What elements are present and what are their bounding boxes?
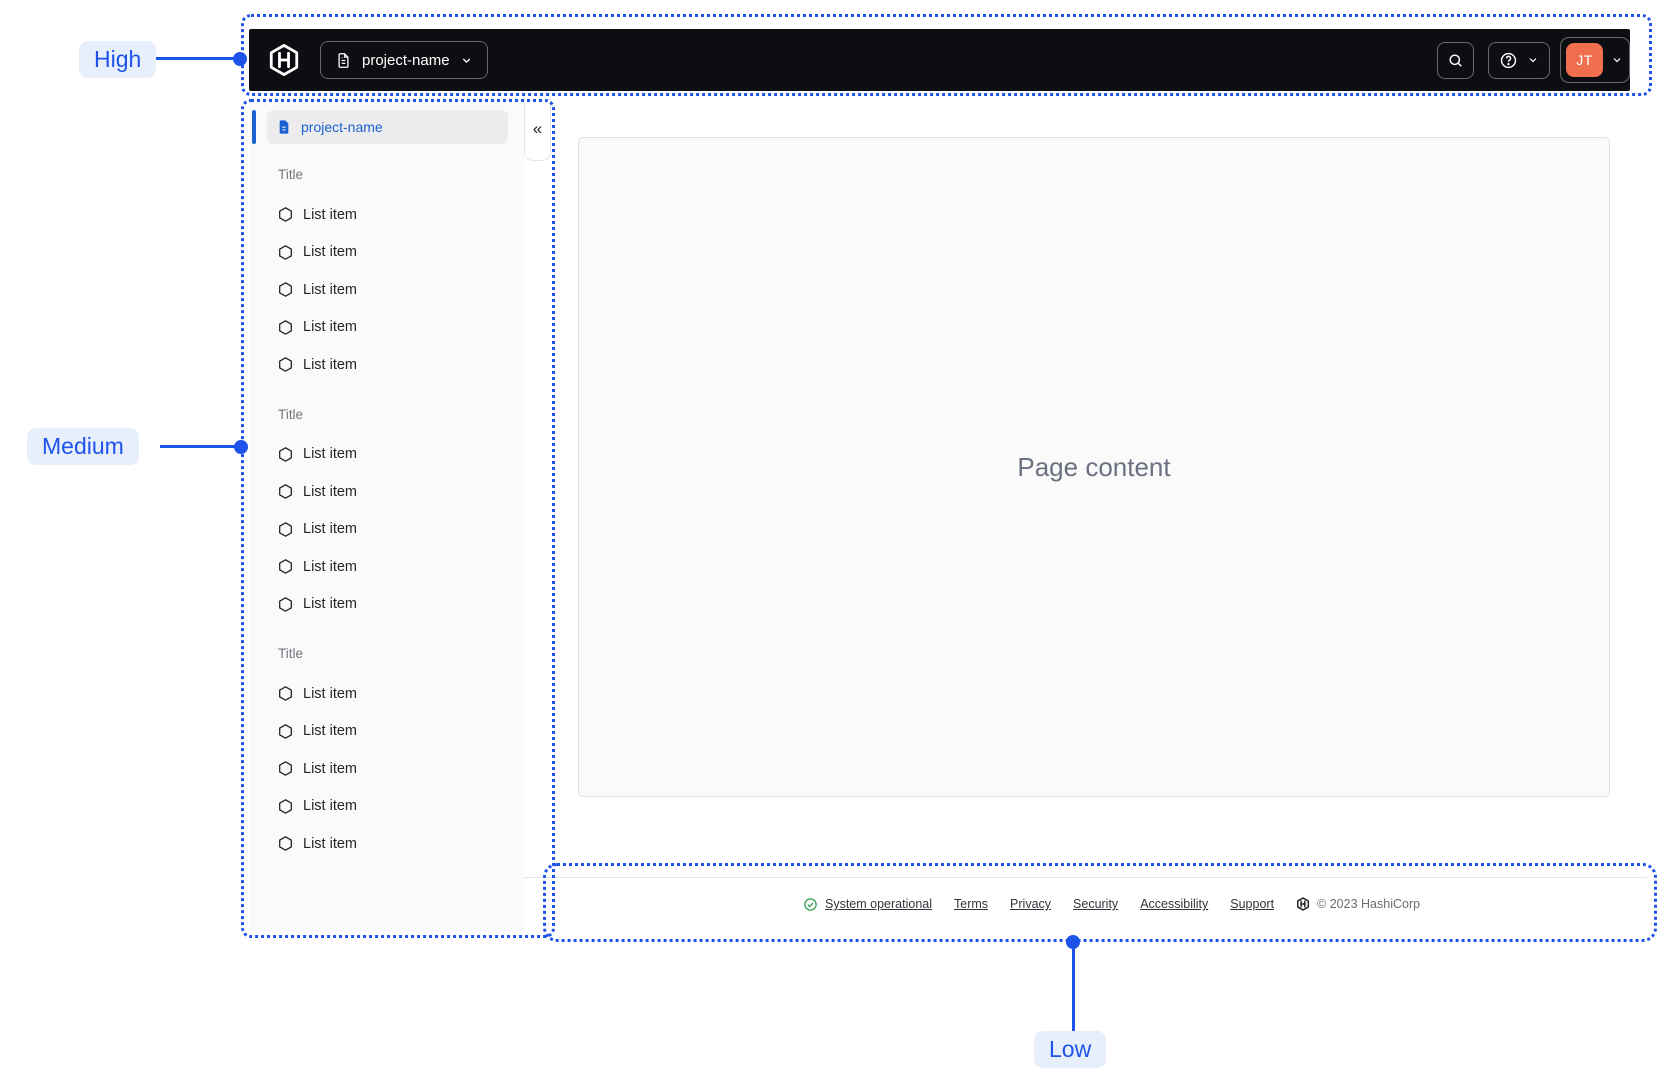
hexagon-icon: [277, 319, 294, 336]
sidebar-section-title: Title: [278, 406, 304, 422]
hashicorp-logo-icon: [1296, 897, 1310, 911]
annotation-connector-medium: [160, 445, 241, 448]
sidebar-item-label: List item: [303, 685, 357, 702]
sidebar-section: Title List item List item List item List ite…: [249, 646, 524, 863]
sidebar-list-item[interactable]: List item: [249, 309, 524, 347]
sidebar-section-title: Title: [278, 646, 304, 661]
footer-links: Terms Privacy Security Accessibility Support: [954, 897, 1274, 911]
sidebar: project-name Title List item List item List…: [249, 97, 524, 932]
sidebar-list-item[interactable]: List item: [249, 511, 524, 549]
annotation-dot-medium: [234, 440, 248, 454]
sidebar-project-item[interactable]: project-name: [267, 110, 508, 144]
sidebar-item-label: List item: [303, 356, 357, 373]
page: project-name JT project-name Title List …: [0, 0, 1672, 1078]
annotation-label-medium: Medium: [27, 428, 139, 465]
sidebar-list-item[interactable]: List item: [249, 234, 524, 272]
sidebar-list-item[interactable]: List item: [249, 750, 524, 788]
hexagon-icon: [277, 521, 294, 538]
hexagon-icon: [277, 760, 294, 777]
footer-link-support[interactable]: Support: [1230, 897, 1274, 911]
copyright-text: © 2023 HashiCorp: [1317, 897, 1421, 911]
active-item-indicator: [252, 110, 256, 144]
question-circle-icon: [1499, 51, 1518, 70]
page-content-placeholder: Page content: [1017, 451, 1171, 482]
hexagon-icon: [277, 596, 294, 613]
hexagon-icon: [277, 723, 294, 740]
footer-link-privacy[interactable]: Privacy: [1010, 897, 1051, 911]
chevron-down-icon: [460, 54, 473, 67]
sidebar-item-label: List item: [303, 319, 357, 336]
sidebar-list-item[interactable]: List item: [249, 586, 524, 624]
help-menu-button[interactable]: [1488, 41, 1550, 79]
sidebar-item-label: List item: [303, 483, 357, 500]
sidebar-item-label: List item: [303, 206, 357, 223]
sidebar-list-item[interactable]: List item: [249, 675, 524, 713]
hashicorp-logo-icon: [267, 43, 301, 77]
sidebar-list-item[interactable]: List item: [249, 436, 524, 474]
avatar: JT: [1566, 43, 1603, 77]
sidebar-item-label: List item: [303, 521, 357, 538]
sidebar-section: Title List item List item List item List ite…: [249, 167, 524, 384]
chevron-down-icon: [1527, 54, 1539, 66]
hexagon-icon: [277, 685, 294, 702]
sidebar-collapse-button[interactable]: «: [524, 97, 551, 161]
annotation-label-low: Low: [1034, 1031, 1107, 1068]
footer: System operational Terms Privacy Security A…: [803, 886, 1420, 922]
sidebar-section-title: Title: [278, 167, 304, 182]
hexagon-icon: [277, 483, 294, 500]
project-switcher-label: project-name: [362, 51, 450, 69]
sidebar-section: Title List item List item List item List ite…: [249, 407, 524, 624]
footer-link-terms[interactable]: Terms: [954, 897, 988, 911]
check-circle-icon: [803, 897, 818, 912]
sidebar-list-item[interactable]: List item: [249, 548, 524, 586]
page-content-area: Page content: [578, 137, 1610, 797]
sidebar-item-label: List item: [303, 446, 357, 463]
sidebar-item-label: List item: [303, 596, 357, 613]
sidebar-list-item[interactable]: List item: [249, 473, 524, 511]
sidebar-list-item[interactable]: List item: [249, 196, 524, 234]
hexagon-icon: [277, 446, 294, 463]
annotation-connector-high: [156, 57, 240, 60]
sidebar-item-label: List item: [303, 723, 357, 740]
top-navbar: project-name JT: [249, 29, 1630, 91]
sidebar-item-label: List item: [303, 281, 357, 298]
file-text-icon: [276, 119, 292, 135]
annotation-dot-high: [233, 52, 247, 66]
hexagon-icon: [277, 206, 294, 223]
footer-divider: [524, 877, 1647, 878]
sidebar-list-item[interactable]: List item: [249, 346, 524, 384]
magnifier-icon: [1447, 52, 1464, 69]
annotation-dot-low: [1066, 935, 1080, 949]
sidebar-item-label: List item: [303, 835, 357, 852]
hexagon-icon: [277, 281, 294, 298]
sidebar-project-label: project-name: [301, 119, 383, 135]
footer-link-security[interactable]: Security: [1073, 897, 1118, 911]
file-text-icon: [335, 52, 352, 69]
chevron-down-icon: [1611, 54, 1623, 66]
sidebar-list-item[interactable]: List item: [249, 271, 524, 309]
sidebar-sections: Title List item List item List item List ite…: [249, 97, 524, 863]
hexagon-icon: [277, 244, 294, 261]
sidebar-list-item[interactable]: List item: [249, 713, 524, 751]
sidebar-list-item[interactable]: List item: [249, 825, 524, 863]
project-switcher-button[interactable]: project-name: [320, 41, 488, 79]
sidebar-item-label: List item: [303, 798, 357, 815]
footer-brand: © 2023 HashiCorp: [1296, 897, 1420, 911]
sidebar-list-item[interactable]: List item: [249, 788, 524, 826]
hexagon-icon: [277, 558, 294, 575]
double-chevron-left-icon: «: [532, 119, 543, 138]
footer-link-accessibility[interactable]: Accessibility: [1140, 897, 1208, 911]
system-status-link[interactable]: System operational: [803, 897, 932, 912]
sidebar-item-label: List item: [303, 244, 357, 261]
hexagon-icon: [277, 356, 294, 373]
annotation-label-high: High: [79, 41, 157, 78]
sidebar-item-label: List item: [303, 558, 357, 575]
user-menu-button[interactable]: JT: [1560, 37, 1630, 83]
search-button[interactable]: [1437, 41, 1474, 79]
annotation-connector-low: [1072, 944, 1075, 1032]
hexagon-icon: [277, 798, 294, 815]
system-status-label: System operational: [825, 897, 933, 911]
sidebar-item-label: List item: [303, 760, 357, 777]
hexagon-icon: [277, 835, 294, 852]
